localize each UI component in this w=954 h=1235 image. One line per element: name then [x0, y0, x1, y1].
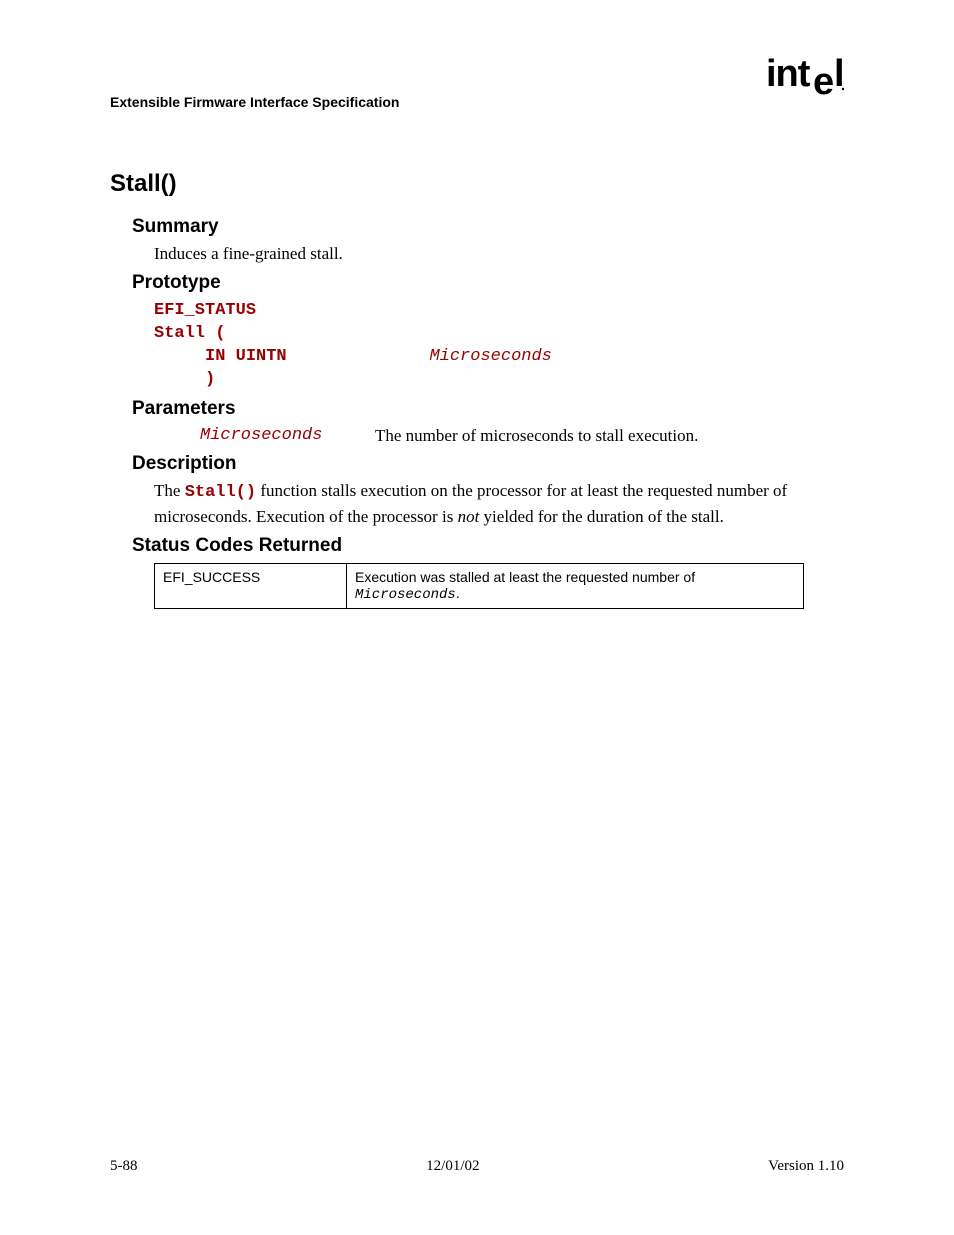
parameter-name: Microseconds [200, 424, 375, 448]
prototype-code: EFI_STATUS Stall ( IN UINTN Microseconds… [154, 300, 844, 392]
page-footer: 5-88 12/01/02 Version 1.10 [110, 1158, 844, 1175]
proto-line4: ) [154, 370, 215, 389]
parameter-row: Microseconds The number of microseconds … [200, 424, 844, 448]
intel-logo: int e l [766, 56, 844, 106]
status-heading: Status Codes Returned [132, 535, 844, 557]
status-desc-pre: Execution was stalled at least the reque… [355, 569, 695, 585]
summary-text: Induces a fine-grained stall. [154, 242, 844, 266]
status-desc-post: . [456, 585, 460, 601]
proto-line3-param: Microseconds [429, 347, 551, 366]
footer-version: Version 1.10 [768, 1158, 844, 1175]
page-header: Extensible Firmware Interface Specificat… [110, 60, 844, 110]
desc-pre: The [154, 481, 185, 500]
status-desc-code: Microseconds [355, 587, 456, 603]
status-codes-table: EFI_SUCCESS Execution was stalled at lea… [154, 563, 804, 609]
summary-heading: Summary [132, 216, 844, 238]
desc-post: yielded for the duration of the stall. [479, 507, 724, 526]
svg-text:e: e [813, 61, 833, 96]
desc-italic: not [458, 507, 480, 526]
page-content: Extensible Firmware Interface Specificat… [0, 0, 954, 609]
status-desc-cell: Execution was stalled at least the reque… [347, 563, 804, 608]
header-title: Extensible Firmware Interface Specificat… [110, 94, 399, 110]
status-code-cell: EFI_SUCCESS [155, 563, 347, 608]
prototype-heading: Prototype [132, 272, 844, 294]
function-title: Stall() [110, 170, 844, 198]
parameters-heading: Parameters [132, 398, 844, 420]
parameter-description: The number of microseconds to stall exec… [375, 424, 698, 448]
footer-page-number: 5-88 [110, 1158, 138, 1175]
svg-text:int: int [766, 56, 811, 95]
description-heading: Description [132, 453, 844, 475]
proto-line2: Stall ( [154, 324, 225, 343]
footer-date: 12/01/02 [426, 1158, 479, 1175]
description-text: The Stall() function stalls execution on… [154, 479, 844, 529]
desc-code-inline: Stall() [185, 483, 256, 502]
proto-line3-keyword: IN UINTN [154, 347, 429, 366]
proto-line1: EFI_STATUS [154, 301, 256, 320]
table-row: EFI_SUCCESS Execution was stalled at lea… [155, 563, 804, 608]
